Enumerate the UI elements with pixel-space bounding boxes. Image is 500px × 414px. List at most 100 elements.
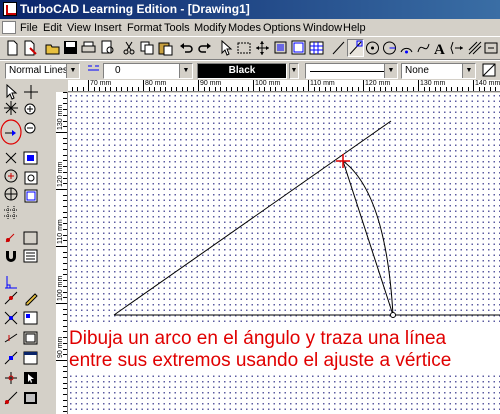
snap-middle-icon[interactable] (3, 290, 19, 306)
layer-grid-icon[interactable] (23, 150, 39, 166)
snap-align-icon[interactable] (3, 370, 19, 386)
horizontal-ruler: 70 mm 80 mm 90 mm 100 mm 110 mm 120 mm 130 mm 1… (68, 80, 500, 92)
save-icon[interactable] (62, 39, 79, 57)
document-icon[interactable] (2, 21, 16, 34)
curve-tool-icon[interactable] (415, 39, 432, 57)
pen-width-icon[interactable] (85, 61, 102, 79)
pan-tool-icon[interactable] (23, 84, 39, 100)
pencil-icon[interactable] (23, 290, 39, 306)
ruler-minor-tick (429, 87, 430, 91)
menu-insert[interactable]: Insert (94, 21, 122, 35)
menu-edit[interactable]: Edit (43, 21, 62, 35)
line-pattern-select[interactable]: ▼ (305, 63, 398, 79)
ruler-corner (56, 80, 68, 92)
ruler-minor-tick (170, 87, 172, 91)
view-tools-icon[interactable] (23, 230, 39, 246)
line-width-value: 0 (115, 65, 121, 76)
redo-icon[interactable] (196, 39, 213, 57)
select-pointer-icon[interactable] (218, 39, 235, 57)
line-width-select[interactable]: 0 ▼ (103, 63, 193, 79)
ruler-minor-tick (308, 87, 309, 91)
snap-nearest-icon[interactable] (3, 330, 19, 346)
snap-star-icon[interactable] (3, 100, 19, 116)
select-by-window-icon[interactable] (236, 39, 253, 57)
menu-window[interactable]: Window (303, 21, 342, 35)
magnet-icon[interactable] (3, 248, 19, 264)
menu-format[interactable]: Format (127, 21, 162, 35)
zoom-window-icon[interactable] (272, 39, 289, 57)
angled-line[interactable] (113, 120, 392, 316)
ruler-minor-tick (165, 87, 166, 91)
window-palette-icon[interactable] (23, 350, 39, 366)
fill-pattern-icon[interactable] (481, 61, 498, 79)
line-style-value: Normal Lines (9, 65, 68, 76)
open-folder-icon[interactable] (44, 39, 61, 57)
color-select[interactable]: Black (197, 63, 287, 79)
ruler-minor-tick (302, 87, 304, 91)
menu-help[interactable]: Help (343, 21, 366, 35)
line-tool-icon[interactable] (330, 39, 347, 57)
layers-palette-icon[interactable] (23, 248, 39, 264)
ruler-minor-tick (341, 87, 342, 91)
turbocad-app-icon[interactable] (3, 2, 17, 16)
hatch-palette-icon[interactable] (23, 330, 39, 346)
ruler-minor-tick (324, 87, 326, 91)
new-file-icon[interactable] (4, 39, 21, 57)
ellipse-tool-icon[interactable] (381, 39, 398, 57)
snap-tangent-icon[interactable] (3, 230, 19, 246)
ruler-minor-tick (220, 87, 221, 91)
snap-vertex-icon[interactable] (347, 39, 364, 57)
color-dropdown[interactable]: ▼ (289, 63, 299, 79)
circle-tool-icon[interactable] (364, 39, 381, 57)
snap-perpendicular-icon[interactable] (3, 274, 19, 290)
chevron-down-icon[interactable]: ▼ (66, 64, 79, 78)
print-preview-icon[interactable] (99, 39, 116, 57)
snap-grid-icon[interactable] (3, 205, 19, 221)
chevron-down-icon[interactable]: ▼ (290, 64, 298, 78)
text-tool-icon[interactable]: A (432, 39, 449, 57)
chevron-down-icon[interactable]: ▼ (179, 64, 192, 78)
new-wizard-icon[interactable] (22, 39, 39, 57)
cut-icon[interactable] (121, 39, 138, 57)
undo-icon[interactable] (178, 39, 195, 57)
chevron-down-icon[interactable]: ▼ (462, 64, 475, 78)
snap-percent-icon[interactable] (3, 350, 19, 366)
print-icon[interactable] (80, 39, 97, 57)
ruler-minor-tick (198, 87, 199, 91)
select-arrow-icon[interactable] (3, 84, 19, 100)
snap-modes-icon[interactable] (3, 390, 19, 406)
menu-file[interactable]: File (20, 21, 38, 35)
ruler-minor-tick (264, 87, 265, 91)
drawing-canvas[interactable]: Dibuja un arco en el ángulo y traza una … (68, 93, 500, 414)
menu-options[interactable]: Options (263, 21, 301, 35)
render-icon[interactable] (23, 390, 39, 406)
chevron-down-icon[interactable]: ▼ (384, 64, 397, 78)
grid-table-icon[interactable] (308, 39, 325, 57)
paste-icon[interactable] (157, 39, 174, 57)
pan-icon[interactable] (254, 39, 271, 57)
menu-modes[interactable]: Modes (228, 21, 261, 35)
menu-modify[interactable]: Modify (194, 21, 226, 35)
snap-circle-icon[interactable] (3, 168, 19, 184)
snap-quadrant-icon[interactable] (3, 186, 19, 202)
select-cursor-icon[interactable] (23, 370, 39, 386)
arc-tool-icon[interactable] (398, 39, 415, 57)
more-tools-icon[interactable] (483, 39, 500, 57)
chord-line[interactable] (342, 160, 394, 316)
zoom-previous-icon[interactable] (23, 170, 39, 186)
dimension-tool-icon[interactable] (449, 39, 466, 57)
copy-icon[interactable] (139, 39, 156, 57)
snap-center-icon[interactable] (3, 150, 19, 166)
menu-tools[interactable]: Tools (164, 21, 190, 35)
zoom-in-icon[interactable] (23, 102, 39, 118)
properties-icon[interactable] (23, 310, 39, 326)
zoom-extents-icon[interactable] (290, 39, 307, 57)
zoom-out-icon[interactable] (23, 121, 39, 137)
redraw-icon[interactable] (23, 188, 39, 204)
ruler-minor-tick (335, 87, 337, 91)
menu-view[interactable]: View (67, 21, 91, 35)
line-style-select[interactable]: Normal Lines ▼ (5, 63, 80, 79)
fill-select[interactable]: None ▼ (401, 63, 476, 79)
snap-intersection-icon[interactable] (3, 310, 19, 326)
hatch-tool-icon[interactable] (466, 39, 483, 57)
